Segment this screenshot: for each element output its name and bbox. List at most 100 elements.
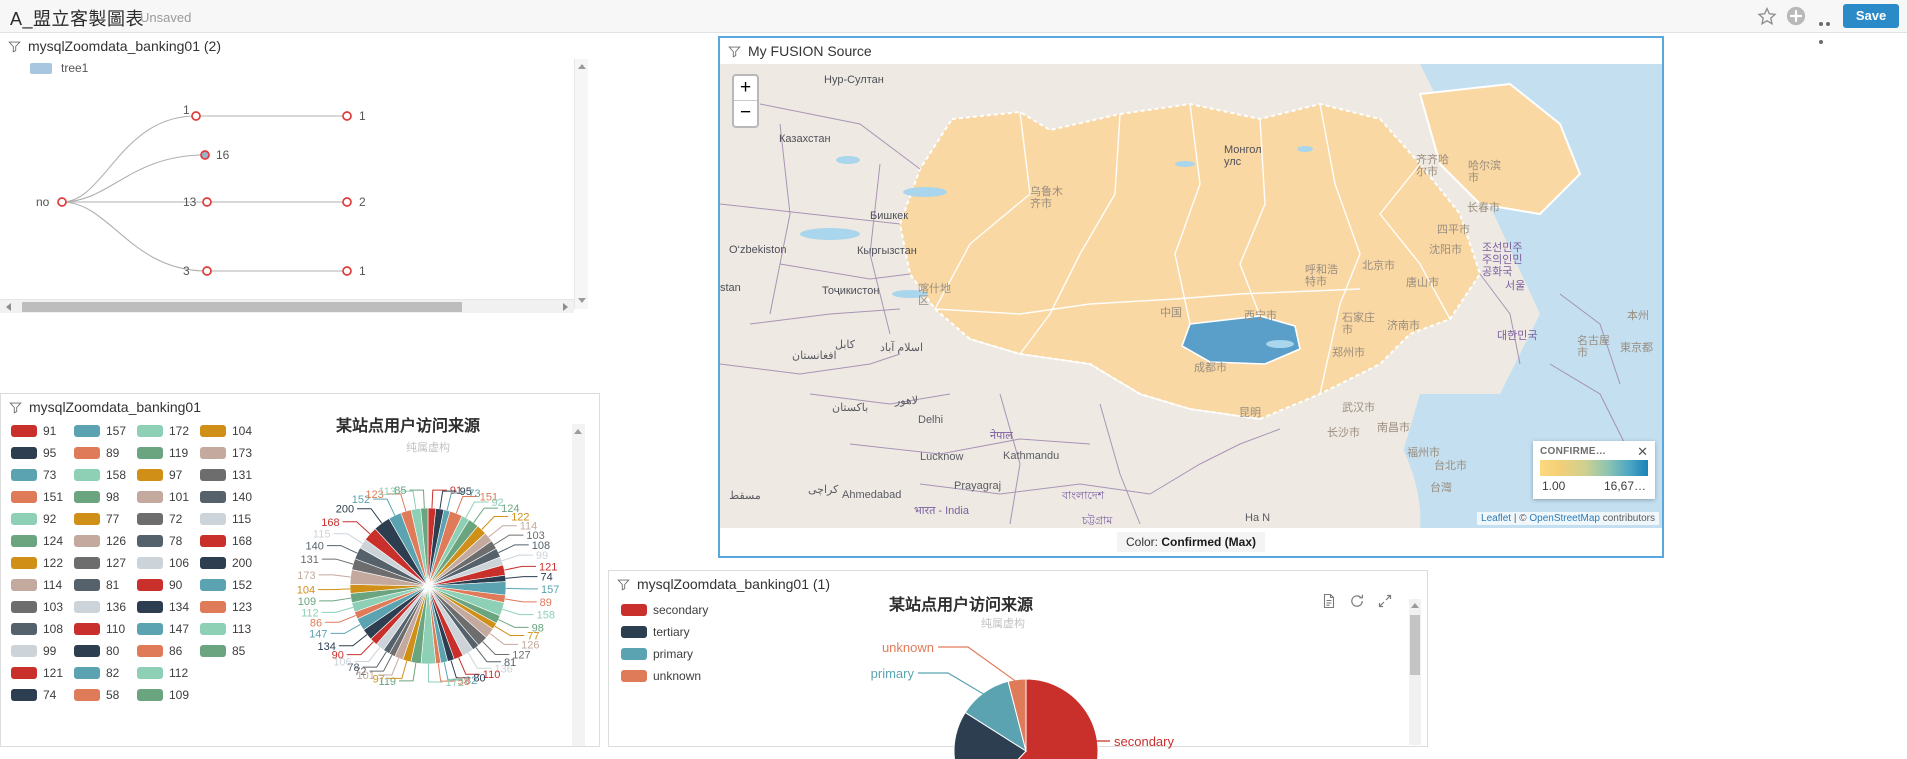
legend-item[interactable]: 147 bbox=[137, 622, 200, 636]
legend-item[interactable]: 77 bbox=[74, 512, 137, 526]
scroll-down-icon[interactable] bbox=[578, 298, 586, 303]
legend-item[interactable]: 126 bbox=[74, 534, 137, 548]
zoom-in-button[interactable]: + bbox=[734, 76, 757, 101]
zoom-out-button[interactable]: − bbox=[734, 101, 757, 126]
map-attribution[interactable]: Leaflet | © OpenStreetMap contributors bbox=[1477, 512, 1659, 525]
tree-diagram[interactable]: no 1 16 13 3 1 2 1 bbox=[0, 73, 588, 313]
scroll-thumb[interactable] bbox=[22, 302, 462, 312]
scroll-left-icon[interactable] bbox=[6, 303, 11, 311]
legend-item[interactable]: primary bbox=[621, 647, 708, 661]
pie-slice-label: 157 bbox=[541, 584, 559, 596]
legend-item[interactable]: 98 bbox=[74, 490, 137, 504]
legend-item[interactable]: 95 bbox=[11, 446, 74, 460]
legend-label: 108 bbox=[43, 622, 63, 636]
legend-item[interactable]: 58 bbox=[74, 688, 137, 702]
legend-item[interactable]: 157 bbox=[74, 424, 137, 438]
scroll-up-icon[interactable] bbox=[578, 64, 586, 69]
legend-item[interactable]: 115 bbox=[200, 512, 263, 526]
legend-item[interactable]: 80 bbox=[74, 644, 137, 658]
legend-item[interactable]: 110 bbox=[74, 622, 137, 636]
legend-item[interactable]: 108 bbox=[11, 622, 74, 636]
legend-swatch bbox=[11, 645, 37, 657]
legend-item[interactable]: 158 bbox=[74, 468, 137, 482]
legend-item[interactable]: 131 bbox=[200, 468, 263, 482]
leaflet-link[interactable]: Leaflet bbox=[1481, 513, 1511, 524]
legend-item[interactable]: 82 bbox=[74, 666, 137, 680]
scroll-right-icon[interactable] bbox=[563, 303, 568, 311]
legend-item[interactable]: 173 bbox=[200, 446, 263, 460]
legend-item[interactable]: 90 bbox=[137, 578, 200, 592]
pie-leader-line bbox=[322, 607, 353, 612]
pie-leader-line bbox=[466, 502, 489, 518]
legend-item[interactable]: 122 bbox=[11, 556, 74, 570]
pie2-vertical-scrollbar[interactable] bbox=[1409, 599, 1421, 745]
star-icon[interactable] bbox=[1757, 6, 1777, 26]
legend-item[interactable]: 73 bbox=[11, 468, 74, 482]
expand-icon[interactable] bbox=[1377, 593, 1393, 609]
scroll-up-icon[interactable] bbox=[574, 429, 582, 434]
legend-item[interactable]: 85 bbox=[200, 644, 263, 658]
map-zoom-control[interactable]: + − bbox=[732, 74, 759, 128]
legend-item[interactable]: 121 bbox=[11, 666, 74, 680]
legend-item[interactable]: 89 bbox=[74, 446, 137, 460]
refresh-icon[interactable] bbox=[1349, 593, 1365, 609]
legend-item[interactable]: 104 bbox=[200, 424, 263, 438]
legend-item[interactable]: 151 bbox=[11, 490, 74, 504]
more-options-icon[interactable] bbox=[1819, 13, 1839, 19]
filter-icon[interactable] bbox=[9, 401, 22, 414]
legend-item[interactable]: 172 bbox=[137, 424, 200, 438]
legend-item[interactable]: 123 bbox=[200, 600, 263, 614]
legend-item[interactable]: 99 bbox=[11, 644, 74, 658]
legend-item[interactable]: 168 bbox=[200, 534, 263, 548]
legend-item[interactable]: 81 bbox=[74, 578, 137, 592]
tree-horizontal-scrollbar[interactable] bbox=[0, 299, 574, 313]
legend-item[interactable]: 91 bbox=[11, 424, 74, 438]
legend-item[interactable]: 109 bbox=[137, 688, 200, 702]
map-color-by-label[interactable]: Color: Confirmed (Max) bbox=[1117, 532, 1265, 552]
legend-item[interactable]: 86 bbox=[137, 644, 200, 658]
map-place-label: 唐山市 bbox=[1406, 277, 1439, 289]
legend-item[interactable]: 114 bbox=[11, 578, 74, 592]
add-circle-icon[interactable] bbox=[1785, 5, 1807, 27]
filter-icon[interactable] bbox=[8, 40, 21, 53]
scroll-thumb[interactable] bbox=[1410, 615, 1420, 675]
legend-item[interactable]: 112 bbox=[137, 666, 200, 680]
document-icon[interactable] bbox=[1321, 593, 1337, 609]
pie1-legend[interactable]: 9115717210495891191737315897131151981011… bbox=[11, 424, 263, 702]
legend-item[interactable]: 106 bbox=[137, 556, 200, 570]
map-place-label: كابل bbox=[835, 339, 855, 351]
legend-item[interactable]: 74 bbox=[11, 688, 74, 702]
pie1-chart[interactable]: 9195731519212412211410310899121741578915… bbox=[263, 446, 593, 746]
pie2-chart[interactable]: secondarytertiaryprimaryunknown bbox=[814, 629, 1234, 759]
pie1-vertical-scrollbar[interactable] bbox=[572, 424, 585, 746]
leaflet-map[interactable]: + − Нур-СултанКазахстанБишкекКыргызстанO… bbox=[720, 64, 1662, 528]
legend-item[interactable]: 140 bbox=[200, 490, 263, 504]
pie2-legend[interactable]: secondary tertiary primary unknown bbox=[621, 603, 708, 691]
legend-item[interactable]: 78 bbox=[137, 534, 200, 548]
legend-item[interactable]: 72 bbox=[137, 512, 200, 526]
legend-item[interactable]: unknown bbox=[621, 669, 708, 683]
legend-item[interactable]: secondary bbox=[621, 603, 708, 617]
legend-item[interactable]: 101 bbox=[137, 490, 200, 504]
legend-swatch bbox=[200, 513, 226, 525]
filter-icon[interactable] bbox=[728, 45, 741, 58]
legend-item[interactable]: 136 bbox=[74, 600, 137, 614]
legend-item[interactable]: 97 bbox=[137, 468, 200, 482]
filter-icon[interactable] bbox=[617, 578, 630, 591]
save-button[interactable]: Save bbox=[1843, 4, 1899, 28]
scroll-up-icon[interactable] bbox=[1411, 603, 1419, 608]
legend-item[interactable]: 92 bbox=[11, 512, 74, 526]
legend-item[interactable]: 200 bbox=[200, 556, 263, 570]
legend-item[interactable]: 119 bbox=[137, 446, 200, 460]
tree-vertical-scrollbar[interactable] bbox=[574, 59, 588, 309]
legend-item[interactable]: 113 bbox=[200, 622, 263, 636]
legend-item[interactable]: 134 bbox=[137, 600, 200, 614]
osm-link[interactable]: OpenStreetMap bbox=[1529, 513, 1600, 524]
legend-item[interactable]: 124 bbox=[11, 534, 74, 548]
legend-item[interactable]: 127 bbox=[74, 556, 137, 570]
legend-item[interactable]: 152 bbox=[200, 578, 263, 592]
legend-label: 127 bbox=[106, 556, 126, 570]
close-icon[interactable]: ✕ bbox=[1637, 447, 1648, 457]
legend-item[interactable]: 103 bbox=[11, 600, 74, 614]
legend-item[interactable]: tertiary bbox=[621, 625, 708, 639]
